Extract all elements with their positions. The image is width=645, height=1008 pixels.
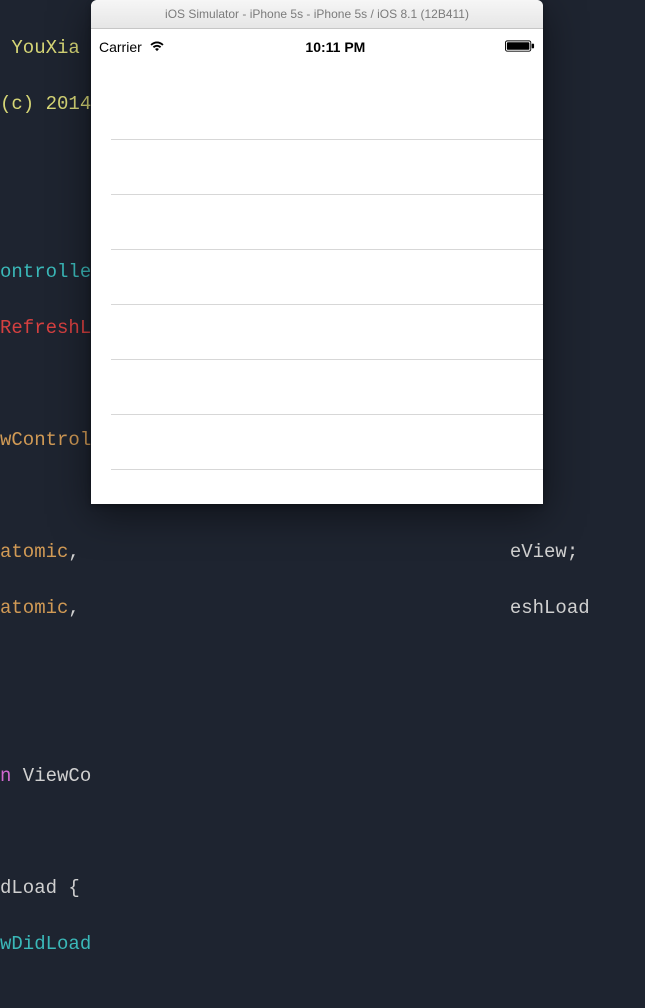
- code-text: ,: [68, 541, 79, 563]
- code-text: eshLoad: [510, 597, 590, 619]
- code-text: ViewCo: [11, 765, 91, 787]
- code-text: ontrolle: [0, 261, 91, 283]
- window-title: iOS Simulator - iPhone 5s - iPhone 5s / …: [165, 7, 469, 21]
- code-text: atomic: [0, 597, 68, 619]
- table-view[interactable]: [91, 57, 543, 504]
- code-text: YouXia: [0, 37, 80, 59]
- status-bar-time: 10:11 PM: [305, 39, 365, 55]
- status-bar-left: Carrier: [99, 39, 166, 55]
- table-row[interactable]: [111, 305, 543, 360]
- table-row[interactable]: [111, 140, 543, 195]
- table-row[interactable]: [111, 85, 543, 140]
- code-text: dLoad {: [0, 877, 80, 899]
- simulator-screen[interactable]: Carrier 10:11 PM: [91, 29, 543, 504]
- ios-simulator-window[interactable]: iOS Simulator - iPhone 5s - iPhone 5s / …: [91, 0, 543, 504]
- code-text: wControl: [0, 429, 91, 451]
- code-text: atomic: [0, 541, 68, 563]
- table-row[interactable]: [111, 360, 543, 415]
- table-row[interactable]: [111, 415, 543, 470]
- window-titlebar[interactable]: iOS Simulator - iPhone 5s - iPhone 5s / …: [91, 0, 543, 29]
- battery-icon: [505, 39, 535, 55]
- carrier-label: Carrier: [99, 39, 142, 55]
- code-text: eView;: [510, 541, 578, 563]
- table-row[interactable]: [111, 250, 543, 305]
- table-row[interactable]: [111, 195, 543, 250]
- code-text: n: [0, 765, 11, 787]
- code-text: ,: [68, 597, 79, 619]
- code-text: RefreshL: [0, 317, 91, 339]
- table-row[interactable]: [111, 470, 543, 504]
- ios-status-bar: Carrier 10:11 PM: [91, 29, 543, 57]
- wifi-icon: [148, 39, 166, 55]
- code-text: wDidLoad: [0, 933, 91, 955]
- code-text: (c) 2014: [0, 93, 91, 115]
- status-bar-right: [505, 39, 535, 55]
